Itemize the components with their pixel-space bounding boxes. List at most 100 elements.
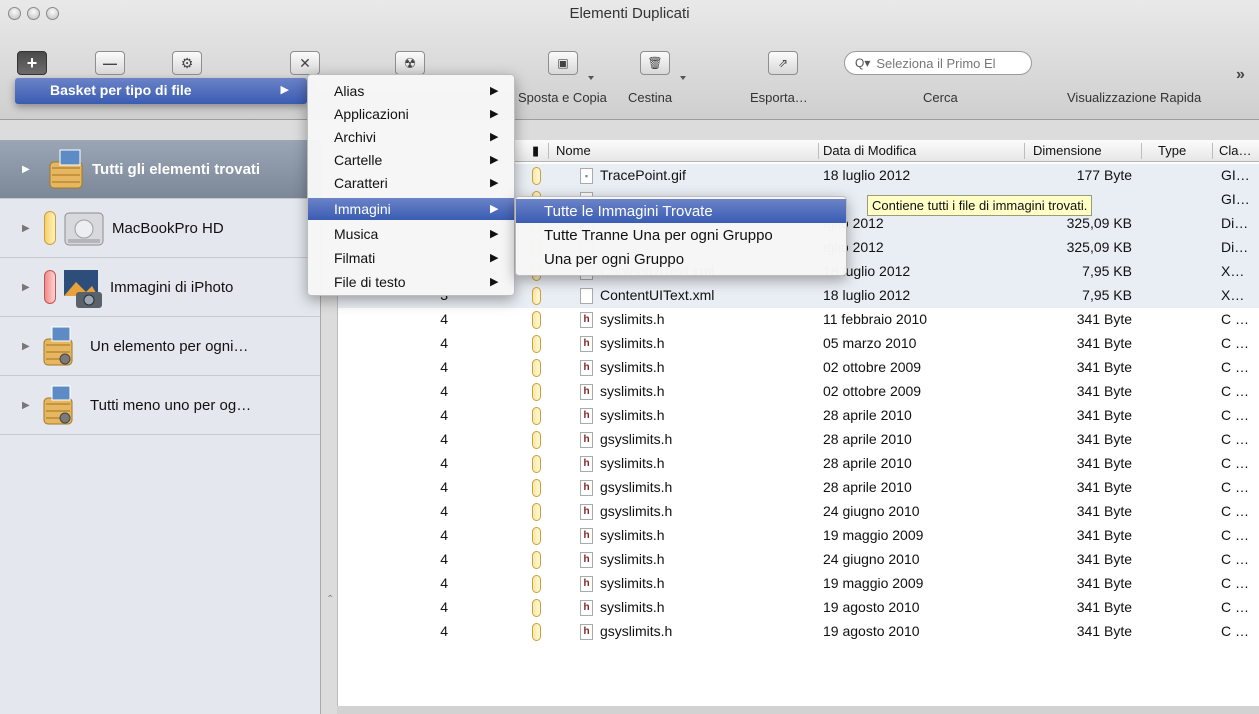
group-number: 4 (440, 527, 448, 543)
sidebar-item-iphoto[interactable]: ▶ Immagini di iPhoto (0, 258, 320, 317)
table-row[interactable]: 4 h syslimits.h 19 maggio 2009 341 Byte C … (338, 572, 1259, 596)
menu-item-archives[interactable]: Archivi ▶ (308, 126, 514, 148)
modified-date: 02 ottobre 2009 (823, 359, 922, 375)
document-icon (580, 288, 593, 304)
table-row[interactable]: 4 h syslimits.h 19 agosto 2010 341 Byte C … (338, 596, 1259, 620)
file-name: gsyslimits.h (600, 503, 673, 519)
color-tag-icon (532, 431, 541, 449)
group-number: 4 (440, 575, 448, 591)
move-copy-label: Sposta e Copia (518, 90, 607, 105)
table-row[interactable]: 4 h gsyslimits.h 28 aprile 2010 341 Byte C … (338, 476, 1259, 500)
menu-item-label: Basket per tipo di file (50, 82, 192, 98)
search-input[interactable] (876, 55, 1027, 71)
move-copy-button[interactable]: ▣ (548, 51, 578, 75)
file-class: C … (1221, 599, 1249, 615)
menu-item-images[interactable]: Immagini ▶ (308, 198, 514, 220)
file-name: syslimits.h (600, 335, 665, 351)
split-view-handle[interactable]: ⌃ (326, 594, 334, 605)
disclosure-triangle-icon[interactable]: ▶ (22, 164, 30, 175)
menu-item-fonts[interactable]: Caratteri ▶ (308, 172, 514, 194)
menu-item-folders[interactable]: Cartelle ▶ (308, 149, 514, 171)
add-button[interactable]: + (17, 51, 47, 75)
file-name: TracePoint.gif (600, 167, 686, 183)
sidebar-item-all-but-one[interactable]: ▶ Tutti meno uno per og… (0, 376, 320, 435)
color-tag-icon (532, 287, 541, 305)
menu-item-label: Una per ogni Gruppo (544, 251, 685, 268)
header-file-icon: h (580, 552, 593, 568)
delete-button[interactable]: ✕ (290, 51, 320, 75)
sidebar: ▶ Tutti gli elementi trovati ▶ MacBookPr… (0, 140, 321, 714)
menu-item-alias[interactable]: Alias ▶ (308, 80, 514, 102)
submenu-arrow-icon: ▶ (490, 177, 499, 189)
group-number: 4 (440, 407, 448, 423)
remove-button[interactable]: — (95, 51, 125, 75)
sidebar-item-label: Tutti meno uno per og… (90, 396, 252, 414)
menu-item-label: Archivi (334, 129, 377, 145)
file-size: 341 Byte (1076, 335, 1132, 351)
modified-date: 18 luglio 2012 (823, 287, 911, 303)
column-header-size[interactable]: Dimensione (1033, 143, 1102, 158)
column-header-name[interactable]: Nome (556, 143, 591, 158)
menu-item-one-per-group[interactable]: Una per ogni Gruppo (516, 247, 846, 271)
disclosure-triangle-icon[interactable]: ▶ (22, 223, 30, 234)
export-button[interactable]: ⇗ (768, 51, 798, 75)
disclosure-triangle-icon[interactable]: ▶ (22, 400, 30, 411)
toolbar-overflow-icon[interactable]: » (1236, 66, 1245, 84)
disclosure-triangle-icon[interactable]: ▶ (22, 341, 30, 352)
column-header-date[interactable]: Data di Modifica (823, 143, 916, 158)
file-name: syslimits.h (600, 407, 665, 423)
menu-item-music[interactable]: Musica ▶ (308, 223, 514, 245)
settings-button[interactable]: ⚙ (172, 51, 202, 75)
file-class: C … (1221, 623, 1249, 639)
header-file-icon: h (580, 408, 593, 424)
menu-item-all-but-one-per-group[interactable]: Tutte Tranne Una per ogni Gruppo (516, 223, 846, 247)
table-row[interactable]: 4 h syslimits.h 02 ottobre 2009 341 Byte C … (338, 356, 1259, 380)
menu-item-movies[interactable]: Filmati ▶ (308, 247, 514, 269)
modified-date: 05 marzo 2010 (823, 335, 917, 351)
table-row[interactable]: 4 h syslimits.h 24 giugno 2010 341 Byte C … (338, 548, 1259, 572)
table-row[interactable]: 4 h syslimits.h 05 marzo 2010 341 Byte C … (338, 332, 1259, 356)
table-row[interactable]: 4 h gsyslimits.h 24 giugno 2010 341 Byte C … (338, 500, 1259, 524)
column-header-class[interactable]: Cla… (1219, 143, 1252, 158)
trash-label: Cestina (628, 90, 673, 105)
file-class: C … (1221, 407, 1249, 423)
sidebar-item-macbookpro-hd[interactable]: ▶ MacBookPro HD (0, 199, 320, 258)
modified-date: 19 agosto 2010 (823, 599, 920, 615)
table-row[interactable]: 4 h syslimits.h 19 maggio 2009 341 Byte C … (338, 524, 1259, 548)
basket-by-type-menu-item[interactable]: Basket per tipo di file ▶ (15, 78, 307, 104)
table-row[interactable]: 4 h gsyslimits.h 28 aprile 2010 341 Byte C … (338, 428, 1259, 452)
menu-item-label: Musica (334, 226, 379, 242)
table-row[interactable]: 4 h syslimits.h 28 aprile 2010 341 Byte C … (338, 404, 1259, 428)
file-class: C … (1221, 479, 1249, 495)
window-title: Elementi Duplicati (569, 5, 690, 22)
search-label: Cerca (923, 90, 958, 105)
modified-date: 28 aprile 2010 (823, 431, 912, 447)
column-header-type[interactable]: Type (1158, 143, 1186, 158)
modified-date: 28 aprile 2010 (823, 455, 912, 471)
submenu-arrow-icon: ▶ (490, 228, 499, 240)
tooltip: Contiene tutti i file di immagini trovat… (867, 195, 1093, 216)
table-row[interactable]: 4 h gsyslimits.h 19 agosto 2010 341 Byte C … (338, 620, 1259, 644)
search-field[interactable]: Q▾ (844, 51, 1032, 75)
radiation-button[interactable]: ☢ (395, 51, 425, 75)
table-row[interactable]: 4 h syslimits.h 11 febbraio 2010 341 Byte C … (338, 308, 1259, 332)
menu-item-text-files[interactable]: File di testo ▶ (308, 271, 514, 293)
menu-item-applications[interactable]: Applicazioni ▶ (308, 103, 514, 125)
file-size: 341 Byte (1076, 359, 1132, 375)
menu-item-label: Tutte le Immagini Trovate (544, 203, 713, 220)
modified-date: 24 giugno 2010 (823, 503, 920, 519)
trash-button[interactable]: 🗑 (640, 51, 670, 75)
header-file-icon: h (580, 528, 593, 544)
file-size: 341 Byte (1076, 575, 1132, 591)
sidebar-item-label: Un elemento per ogni… (90, 337, 249, 355)
color-column-header[interactable]: ▮ (532, 143, 539, 159)
sidebar-item-all-found[interactable]: ▶ Tutti gli elementi trovati (0, 140, 320, 199)
file-size: 341 Byte (1076, 383, 1132, 399)
sidebar-item-one-per-group[interactable]: ▶ Un elemento per ogni… (0, 317, 320, 376)
disclosure-triangle-icon[interactable]: ▶ (22, 282, 30, 293)
color-tag-icon (532, 551, 541, 569)
table-row[interactable]: 4 h syslimits.h 02 ottobre 2009 341 Byte C … (338, 380, 1259, 404)
table-row[interactable]: 4 h syslimits.h 28 aprile 2010 341 Byte C … (338, 452, 1259, 476)
menu-item-all-images[interactable]: Tutte le Immagini Trovate (516, 199, 846, 223)
iphoto-icon (64, 270, 102, 308)
